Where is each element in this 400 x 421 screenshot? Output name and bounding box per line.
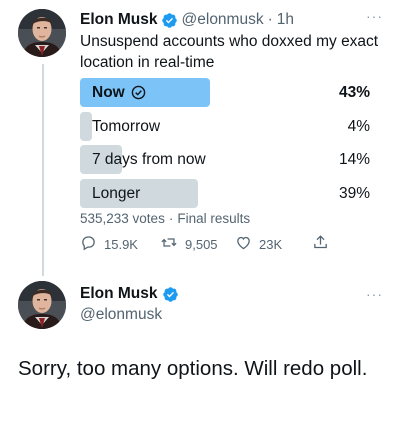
separator-dot: · [168, 211, 174, 226]
author-name[interactable]: Elon Musk [80, 285, 158, 303]
poll-option-percent: 4% [347, 117, 370, 135]
tweet-header: Elon Musk @elonmusk · 1h [80, 9, 294, 31]
share-button[interactable] [312, 233, 336, 255]
poll-option-percent: 39% [338, 184, 370, 202]
like-count: 23K [259, 236, 283, 252]
poll-option: 7 days from now 14% [80, 144, 380, 176]
poll-option-label: 7 days from now [92, 151, 206, 168]
tweet-actions: 15.9K 9,505 23K [80, 233, 340, 255]
poll-meta: 535,233 votes · Final results [80, 211, 250, 226]
poll-bar [80, 111, 92, 141]
retweet-icon [160, 234, 185, 254]
reply-count: 15.9K [104, 236, 138, 252]
avatar[interactable] [18, 9, 66, 57]
heart-icon [235, 234, 259, 254]
author-handle[interactable]: @elonmusk [182, 11, 264, 29]
poll-votes: 535,233 votes [80, 211, 165, 226]
poll-option: Tomorrow 4% [80, 111, 380, 143]
more-icon[interactable]: ··· [366, 8, 383, 24]
poll-option-label: Tomorrow [92, 117, 161, 135]
like-button[interactable]: 23K [235, 233, 282, 255]
reply-icon [80, 234, 104, 254]
author-handle[interactable]: @elonmusk [80, 306, 162, 324]
poll-status: Final results [177, 211, 251, 226]
poll-option: Now 43% [80, 77, 380, 109]
separator-dot: · [267, 11, 273, 28]
reply-text: Sorry, too many options. Will redo poll. [18, 357, 368, 380]
retweet-count: 9,505 [185, 236, 218, 252]
share-icon [312, 234, 336, 254]
verified-badge-icon [162, 286, 179, 303]
tweet-text: Unsuspend accounts who doxxed my exact l… [80, 33, 379, 71]
poll-option-label: Longer [92, 184, 141, 202]
reply-author: Elon Musk [80, 285, 183, 303]
retweet-button[interactable]: 9,505 [160, 233, 218, 255]
tweet[interactable]: Elon Musk @elonmusk · 1h ··· Unsuspend a… [0, 0, 400, 276]
poll-option: Longer 39% [80, 178, 380, 210]
author-name[interactable]: Elon Musk [80, 11, 158, 29]
poll-option-percent: 43% [338, 84, 370, 101]
check-circle-icon [131, 85, 146, 100]
poll: Now 43% Tomorrow 4% 7 days from now 14% … [80, 77, 380, 210]
poll-option-label: Now [92, 77, 146, 108]
timestamp[interactable]: 1h [277, 11, 294, 29]
thread-line [42, 64, 44, 276]
poll-option-percent: 14% [338, 151, 370, 168]
avatar[interactable] [18, 281, 66, 329]
verified-badge-icon [161, 12, 178, 29]
reply-button[interactable]: 15.9K [80, 233, 138, 255]
more-icon[interactable]: ··· [366, 286, 383, 302]
